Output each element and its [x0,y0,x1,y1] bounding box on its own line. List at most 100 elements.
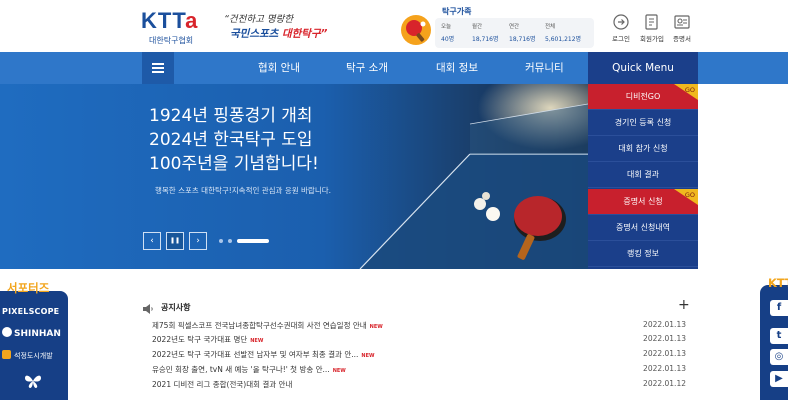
notice-title-text: 2022년도 탁구 국가대표 선발전 남자부 및 여자부 최종 결과 안... [152,350,359,359]
signup-link[interactable]: 회원가입 [638,13,666,43]
page: KTTa 대한탁구협회 “건전하고 명랑한 국민스포츠 대한탁구” 탁구가족 오… [0,0,788,400]
new-badge: NEW [369,324,383,330]
hero-headline-1: 1924년 핑퐁경기 개최 [149,106,313,126]
slogan-line1: “건전하고 명랑한 [224,14,294,25]
instagram-icon[interactable]: ◎ [770,349,788,365]
family-counter: 탁구가족 오늘 40명 월간 18,716명 연간 18,716명 전체 5,6… [401,5,594,48]
quick-item-label: 증명서 신청 [623,197,663,206]
prev-slide-button[interactable]: ‹ [143,232,161,250]
hamburger-line [152,63,164,65]
quick-item-ranking[interactable]: 랭킹 정보 [588,241,698,267]
stat-yearly: 연간 18,716명 [509,22,549,43]
slide-dot[interactable] [228,239,232,243]
youtube-icon[interactable]: ▶ [770,371,788,387]
login-icon [613,14,629,30]
slide-dot[interactable] [219,239,223,243]
twitter-icon[interactable]: t [770,328,788,344]
new-badge: NEW [332,368,346,374]
quick-item-certificate-apply[interactable]: 증명서 신청 GO [588,189,698,215]
logo-name: 대한탁구협회 [149,36,194,45]
seokjeong-text: 석정도시개발 [14,352,53,360]
shinhan-text: SHINHAN [14,329,61,339]
notice-text: 2022년도 탁구 국가대표 명단 NEW [152,334,263,345]
hero-text: 1924년 핑퐁경기 개최 2024년 한국탁구 도입 100주년을 기념합니다… [149,104,331,196]
stat-value: 5,601,212명 [545,36,582,43]
stat-value: 18,716명 [472,36,499,43]
sponsor-logo-shinhan[interactable]: SHINHAN [2,327,70,339]
certificate-label: 증명서 [673,35,691,43]
notice-date: 2022.01.13 [643,349,686,358]
notice-text: 제75회 픽셀스코프 전국남녀종합탁구선수권대회 사전 연습일정 안내 NEW [152,320,383,331]
notice-section: 공지사항 + 제75회 픽셀스코프 전국남녀종합탁구선수권대회 사전 연습일정 … [142,297,690,400]
signup-label: 회원가입 [640,35,664,43]
hamburger-menu-button[interactable] [142,52,174,84]
notice-more-button[interactable]: + [678,297,690,313]
paddle-icon [401,15,431,45]
supporters-panel: PIXELSCOPE SHINHAN 석정도시개발 서포터즈 [0,280,68,400]
certificate-link[interactable]: 증명서 [668,13,696,43]
nav-item-about[interactable]: 협회 안내 [258,52,300,84]
quick-item-competition-apply[interactable]: 대회 참가 신청 [588,136,698,162]
seokjeong-emblem-icon [2,350,11,359]
stat-value: 18,716명 [509,36,536,43]
slogan: “건전하고 명랑한 국민스포츠 대한탁구” [222,11,342,43]
next-slide-button[interactable]: › [189,232,207,250]
new-badge: NEW [250,338,264,344]
quick-item-label: 디비전GO [625,92,661,101]
notice-row[interactable]: 2022년도 탁구 국가대표 명단 NEW 2022.01.13 [152,334,690,348]
quick-item-results[interactable]: 대회 결과 [588,162,698,188]
notice-text: 2021 디비전 리그 종합(전국)대회 결과 안내 [152,379,292,390]
login-link[interactable]: 로그인 [607,13,635,43]
slogan-emphasis-red: 대한탁구” [281,28,328,40]
megaphone-icon [143,304,153,314]
stat-monthly: 월간 18,716명 [472,22,512,43]
supporters-title: 서포터즈 [7,281,50,295]
logo-mark: KTTa [141,8,199,33]
pause-slide-button[interactable]: ❚❚ [166,232,184,250]
supporters-box: PIXELSCOPE SHINHAN 석정도시개발 [0,291,68,400]
nav-item-community[interactable]: 커뮤니티 [525,52,564,84]
notice-title-text: 제75회 픽셀스코프 전국남녀종합탁구선수권대회 사전 연습일정 안내 [152,321,367,330]
shinhan-emblem-icon [2,327,12,337]
sns-title: KTT [768,276,788,290]
hamburger-line [152,67,164,69]
notice-text: 2022년도 탁구 국가대표 선발전 남자부 및 여자부 최종 결과 안... N… [152,349,375,360]
notice-row[interactable]: 2022년도 탁구 국가대표 선발전 남자부 및 여자부 최종 결과 안... N… [152,349,690,363]
go-badge: GO [674,189,698,205]
signup-icon [645,14,658,30]
notice-row[interactable]: 유승민 회장 출연, tvN 새 예능 '올 탁구나!' 첫 방송 안... NE… [152,364,690,378]
quick-item-division-go[interactable]: 디비전GO GO [588,84,698,110]
notice-date: 2022.01.13 [643,364,686,373]
quick-item-player-register[interactable]: 경기인 등록 신청 [588,110,698,136]
new-badge: NEW [361,353,375,359]
notice-title-text: 2022년도 탁구 국가대표 명단 [152,335,248,344]
notice-date: 2022.01.12 [643,379,686,388]
nav-item-intro[interactable]: 탁구 소개 [346,52,388,84]
notice-row[interactable]: 제75회 픽셀스코프 전국남녀종합탁구선수권대회 사전 연습일정 안내 NEW 2… [152,320,690,334]
stat-label: 전체 [545,24,556,30]
sponsor-logo-pixelscope[interactable]: PIXELSCOPE [2,307,70,316]
quick-item-certificate-history[interactable]: 증명서 신청내역 [588,215,698,241]
sponsor-logo-seokjeong[interactable]: 석정도시개발 [2,350,70,361]
slide-dot-active[interactable] [237,239,269,243]
stat-total: 전체 5,601,212명 [545,22,585,43]
butterfly-logo-icon[interactable] [24,373,42,389]
sns-box: f t ◎ ▶ [760,285,788,400]
site-logo[interactable]: KTTa 대한탁구협회 [141,8,209,46]
family-title: 탁구가족 [442,7,472,16]
facebook-icon[interactable]: f [770,300,788,316]
hero-subtitle: 행복한 스포츠 대한탁구!지속적인 관심과 응원 바랍니다. [155,186,332,195]
login-label: 로그인 [612,35,630,43]
go-badge: GO [674,84,698,100]
notice-date: 2022.01.13 [643,320,686,329]
hero-headline-3: 100주년을 기념합니다! [149,154,319,174]
nav-item-competition[interactable]: 대회 정보 [436,52,478,84]
slogan-line2: 국민스포츠 대한탁구” [230,26,327,41]
notice-title: 공지사항 [161,303,191,312]
notice-title-text: 유승민 회장 출연, tvN 새 예능 '올 탁구나!' 첫 방송 안... [152,365,330,374]
header: KTTa 대한탁구협회 “건전하고 명랑한 국민스포츠 대한탁구” 탁구가족 오… [0,0,788,52]
sns-panel: f t ◎ ▶ KTT [760,276,788,400]
family-stats: 오늘 40명 월간 18,716명 연간 18,716명 전체 5,601,21… [435,18,594,48]
notice-row[interactable]: 2021 디비전 리그 종합(전국)대회 결과 안내 2022.01.12 [152,379,690,393]
notice-text: 유승민 회장 출연, tvN 새 예능 '올 탁구나!' 첫 방송 안... NE… [152,364,346,375]
